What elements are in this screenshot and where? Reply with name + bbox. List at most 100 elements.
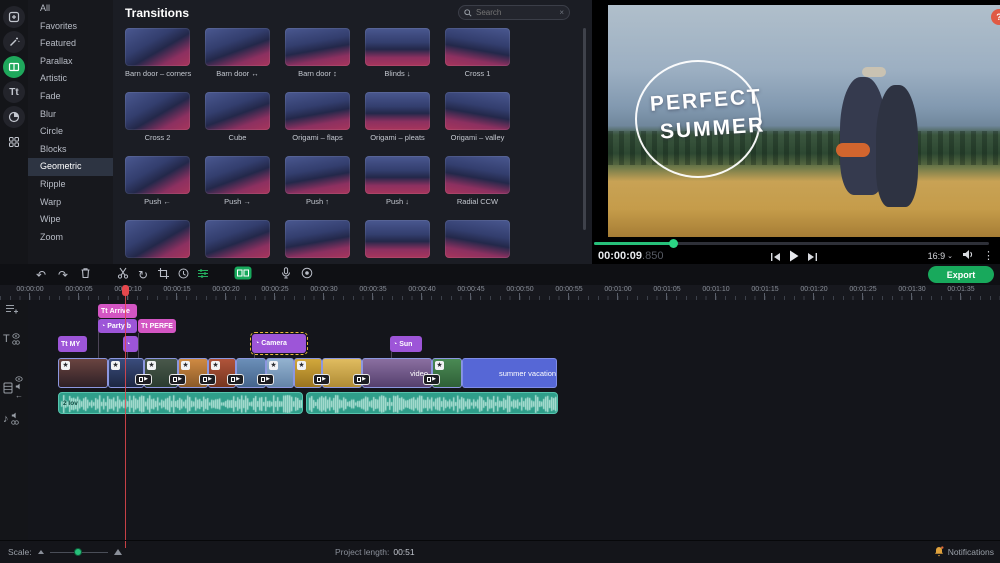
transition-thumbnail[interactable] [205, 28, 270, 66]
delete-button[interactable] [76, 266, 94, 283]
aspect-ratio-dropdown[interactable]: 16:9⌄ [928, 251, 953, 261]
scale-slider-knob[interactable] [74, 548, 82, 556]
sidebar-item-parallax[interactable]: Parallax [28, 53, 113, 71]
transition-item[interactable]: Blinds ↓ [365, 28, 430, 78]
sidebar-item-blocks[interactable]: Blocks [28, 141, 113, 159]
transition-thumbnail[interactable] [445, 220, 510, 258]
search-input[interactable] [476, 8, 555, 17]
search-clear-icon[interactable]: × [559, 8, 564, 17]
transition-thumbnail[interactable] [125, 92, 190, 130]
transition-item[interactable] [285, 220, 350, 258]
sidebar-item-fade[interactable]: Fade [28, 88, 113, 106]
speed-button[interactable] [174, 266, 192, 283]
sidebar-item-blur[interactable]: Blur [28, 106, 113, 124]
video-track-header[interactable]: ← [3, 376, 23, 400]
zoom-in-icon[interactable] [114, 549, 122, 555]
undo-button[interactable]: ↶ [32, 266, 50, 283]
sidebar-item-geometric[interactable]: Geometric [28, 158, 113, 176]
preview-menu-icon[interactable]: ⋮ [983, 249, 994, 262]
record-audio-button[interactable] [277, 266, 295, 283]
transition-item[interactable] [205, 220, 270, 258]
split-button[interactable] [114, 266, 132, 283]
titles-button[interactable]: Tt [3, 81, 25, 103]
zoom-out-icon[interactable] [38, 550, 44, 554]
transition-item[interactable]: Push ← [125, 156, 190, 206]
title-clip[interactable]: TtArrive [98, 304, 137, 318]
title-track-header[interactable]: T [3, 333, 20, 345]
sidebar-item-ripple[interactable]: Ripple [28, 176, 113, 194]
export-button[interactable]: Export [928, 266, 994, 283]
eye-icon[interactable] [12, 333, 20, 339]
filters-button[interactable] [3, 31, 25, 53]
playhead-marker[interactable] [122, 285, 129, 296]
transition-chip[interactable]: ▶ [313, 374, 330, 385]
sidebar-item-all[interactable]: All [28, 0, 113, 18]
transition-item[interactable]: Barn door – corners [125, 28, 190, 78]
more-tools-button[interactable] [3, 131, 25, 153]
eye-icon[interactable] [15, 376, 23, 382]
sidebar-item-zoom[interactable]: Zoom [28, 229, 113, 247]
webcam-capture-button[interactable] [298, 266, 316, 283]
transitions-button[interactable] [3, 56, 25, 78]
crop-button[interactable] [154, 266, 172, 283]
transition-thumbnail[interactable] [205, 220, 270, 258]
audio-clip[interactable] [306, 392, 558, 414]
video-clip[interactable]: video [362, 358, 432, 388]
sidebar-item-featured[interactable]: Featured [28, 35, 113, 53]
transition-thumbnail[interactable] [205, 156, 270, 194]
title-clip[interactable]: TtPERFE [138, 319, 176, 333]
transition-item[interactable]: Cube [205, 92, 270, 142]
redo-button[interactable]: ↷ [54, 266, 72, 283]
transition-chip[interactable]: ▶ [135, 374, 152, 385]
audio-track-header[interactable]: ♪ [3, 412, 19, 425]
stickers-button[interactable] [3, 106, 25, 128]
sticker-clip[interactable]: ◔Camera [252, 334, 306, 353]
transition-item[interactable]: Origami – flaps [285, 92, 350, 142]
transition-thumbnail[interactable] [445, 156, 510, 194]
transition-chip[interactable]: ▶ [227, 374, 244, 385]
transition-item[interactable]: Cross 1 [445, 28, 510, 78]
link-icon[interactable] [11, 420, 19, 425]
transition-thumbnail[interactable] [285, 220, 350, 258]
sidebar-item-circle[interactable]: Circle [28, 123, 113, 141]
speaker-icon[interactable] [15, 383, 23, 390]
scale-slider[interactable] [50, 552, 108, 553]
speaker-icon[interactable] [11, 412, 19, 419]
sidebar-item-favorites[interactable]: Favorites [28, 18, 113, 36]
transition-thumbnail[interactable] [285, 28, 350, 66]
transition-item[interactable]: Barn door ↕ [285, 28, 350, 78]
sidebar-item-warp[interactable]: Warp [28, 194, 113, 212]
transition-thumbnail[interactable] [205, 92, 270, 130]
title-clip[interactable]: TtMY [58, 336, 87, 352]
transition-chip[interactable]: ▶ [257, 374, 274, 385]
transition-item[interactable] [445, 220, 510, 258]
panel-scrollbar[interactable] [583, 28, 586, 230]
transition-wizard-button[interactable] [234, 266, 252, 283]
transition-chip[interactable]: ▶ [353, 374, 370, 385]
transition-item[interactable]: Push ↓ [365, 156, 430, 206]
add-track-button[interactable] [5, 303, 19, 315]
video-clip[interactable]: summer vacation.mov [462, 358, 557, 388]
transition-chip[interactable]: ▶ [199, 374, 216, 385]
transition-thumbnail[interactable] [125, 28, 190, 66]
import-media-button[interactable] [3, 6, 25, 28]
transition-thumbnail[interactable] [125, 156, 190, 194]
arrow-left-icon[interactable]: ← [15, 391, 23, 400]
transition-chip[interactable]: ▶ [423, 374, 440, 385]
transition-item[interactable] [125, 220, 190, 258]
sticker-clip[interactable]: ◔Sun [390, 336, 422, 352]
transition-item[interactable]: Cross 2 [125, 92, 190, 142]
transition-thumbnail[interactable] [365, 28, 430, 66]
sidebar-item-artistic[interactable]: Artistic [28, 70, 113, 88]
transition-item[interactable]: Barn door ↔ [205, 28, 270, 78]
transition-thumbnail[interactable] [365, 156, 430, 194]
volume-icon[interactable] [962, 249, 974, 262]
transition-thumbnail[interactable] [285, 92, 350, 130]
sidebar-item-wipe[interactable]: Wipe [28, 211, 113, 229]
transition-thumbnail[interactable] [365, 220, 430, 258]
transition-item[interactable]: Origami – valley [445, 92, 510, 142]
notifications-button[interactable]: Notifications [934, 546, 994, 557]
transition-chip[interactable]: ▶ [169, 374, 186, 385]
audio-clip[interactable]: 2 lov [58, 392, 303, 414]
transition-item[interactable]: Origami – pleats [365, 92, 430, 142]
